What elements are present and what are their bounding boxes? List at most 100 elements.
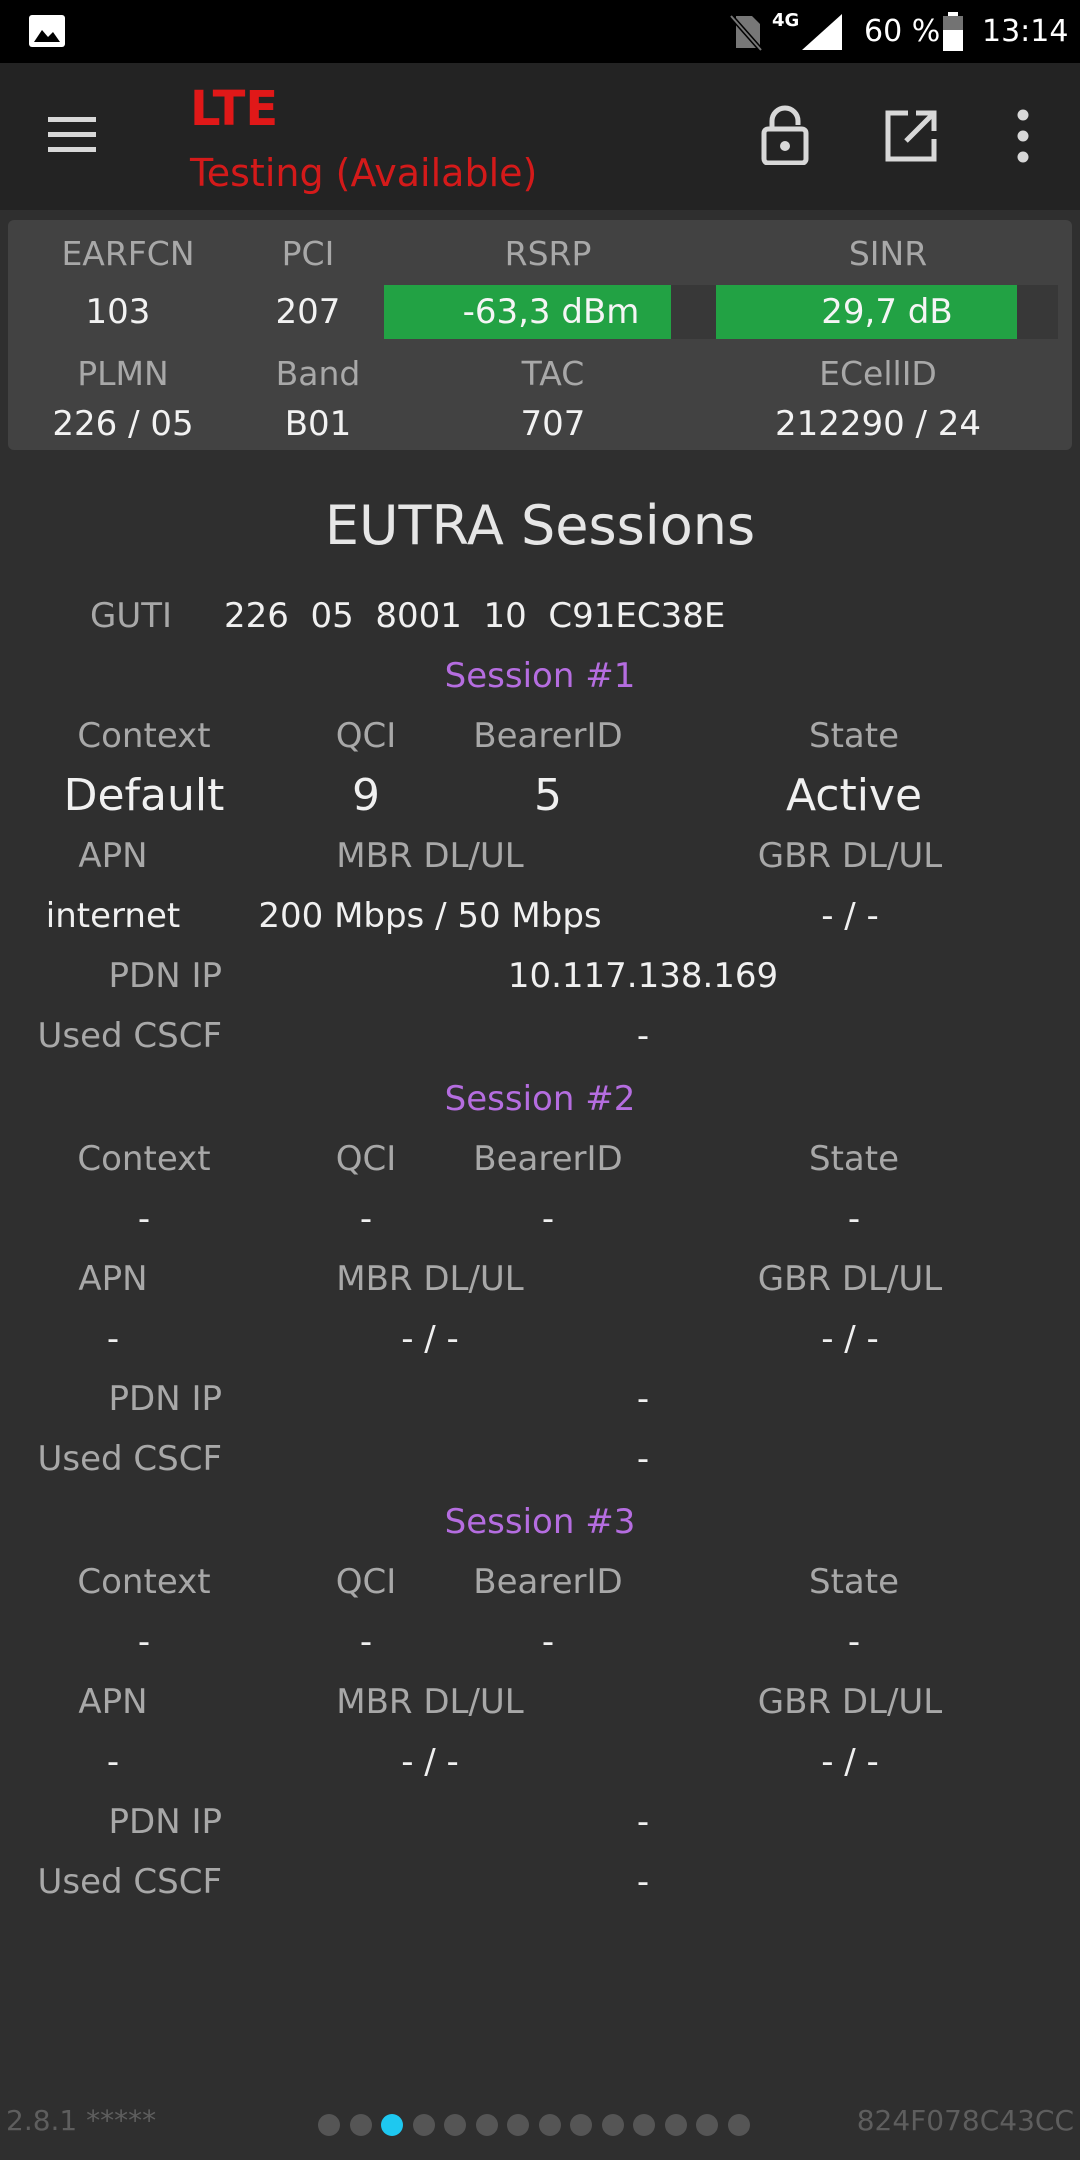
bearer-id-value: - <box>541 1199 555 1239</box>
earfcn-label: EARFCN <box>61 234 195 273</box>
rsrp-meter: -63,3 dBm <box>384 285 718 339</box>
context-label: Context <box>77 716 211 756</box>
mbr-value: - / - <box>401 1742 459 1782</box>
context-label: Context <box>77 1139 211 1179</box>
rsrp-label: RSRP <box>504 234 592 273</box>
sinr-value: 29,7 dB <box>821 292 953 332</box>
sinr-meter: 29,7 dB <box>716 285 1058 339</box>
page-dot[interactable] <box>633 2114 655 2136</box>
session-title: Session #1 <box>444 656 636 696</box>
mbr-label: MBR DL/UL <box>336 1682 524 1722</box>
used-cscf-value: - <box>636 1862 650 1902</box>
used-cscf-label: Used CSCF <box>37 1439 222 1479</box>
apn-value: - <box>106 1742 120 1782</box>
gbr-value: - / - <box>821 1319 879 1359</box>
gbr-label: GBR DL/UL <box>757 836 943 876</box>
tac-label: TAC <box>521 354 585 393</box>
ecellid-value: 212290 / 24 <box>774 404 982 444</box>
state-value: Active <box>785 770 923 821</box>
page-dot[interactable] <box>349 2114 372 2136</box>
pci-label: PCI <box>281 234 335 273</box>
apn-label: APN <box>78 1682 148 1722</box>
app-bar: LTE Testing (Available) <box>0 63 1080 210</box>
apn-value: internet <box>45 896 181 936</box>
earfcn-value: 103 <box>85 292 151 332</box>
menu-icon[interactable] <box>44 111 100 159</box>
pdn-ip-value: - <box>636 1379 650 1419</box>
page-dot[interactable] <box>444 2114 466 2136</box>
page-dot[interactable] <box>601 2114 624 2136</box>
gallery-notification-icon <box>29 15 65 47</box>
app-version: 2.8.1 ***** <box>6 2104 157 2137</box>
apn-label: APN <box>78 1259 148 1299</box>
bearer-id-label: BearerID <box>473 1139 623 1179</box>
state-label: State <box>809 1139 899 1179</box>
plmn-label: PLMN <box>77 354 169 393</box>
page-dot[interactable] <box>507 2114 529 2136</box>
open-external-icon[interactable] <box>884 109 938 163</box>
pci-value: 207 <box>275 292 341 332</box>
sinr-label: SINR <box>848 234 928 273</box>
apn-label: APN <box>78 836 148 876</box>
context-label: Context <box>77 1562 211 1602</box>
context-value: - <box>137 1199 151 1239</box>
state-label: State <box>809 1562 899 1602</box>
rsrp-value: -63,3 dBm <box>462 292 640 332</box>
page-title: LTE <box>190 81 279 137</box>
used-cscf-label: Used CSCF <box>37 1862 222 1902</box>
guti-label: GUTI <box>90 596 173 636</box>
gbr-label: GBR DL/UL <box>757 1259 943 1299</box>
session-title: Session #3 <box>444 1502 636 1542</box>
page-dot[interactable] <box>318 2114 340 2136</box>
pdn-ip-value: 10.117.138.169 <box>507 956 779 996</box>
cell-info-panel: EARFCN PCI RSRP SINR 103 207 -63,3 dBm 2… <box>8 220 1072 450</box>
mbr-label: MBR DL/UL <box>336 836 524 876</box>
page-dot[interactable] <box>475 2114 498 2136</box>
pdn-ip-value: - <box>636 1802 650 1842</box>
pdn-ip-label: PDN IP <box>108 956 222 996</box>
mbr-label: MBR DL/UL <box>336 1259 524 1299</box>
battery-icon <box>943 12 963 51</box>
ecellid-label: ECellID <box>819 354 937 393</box>
signal-strength-icon <box>802 14 842 50</box>
state-label: State <box>809 716 899 756</box>
pdn-ip-label: PDN IP <box>108 1802 222 1842</box>
page-dot[interactable] <box>664 2114 687 2136</box>
more-options-icon[interactable] <box>1010 107 1036 165</box>
page-dot[interactable] <box>538 2114 561 2136</box>
lock-icon[interactable] <box>760 105 810 165</box>
used-cscf-value: - <box>636 1439 650 1479</box>
tac-value: 707 <box>520 404 586 444</box>
device-id: 824F078C43CC <box>856 2104 1074 2137</box>
plmn-value: 226 / 05 <box>52 404 194 444</box>
page-indicator[interactable] <box>318 2114 759 2138</box>
state-value: - <box>847 1199 861 1239</box>
context-value: Default <box>63 770 225 821</box>
page-dot[interactable] <box>570 2114 592 2136</box>
page-dot[interactable] <box>696 2114 718 2136</box>
page-dot[interactable] <box>381 2114 403 2136</box>
pdn-ip-label: PDN IP <box>108 1379 222 1419</box>
no-sim-icon <box>729 14 763 52</box>
battery-percent: 60 % <box>864 14 941 49</box>
band-value: B01 <box>284 404 352 444</box>
mbr-value: 200 Mbps / 50 Mbps <box>258 896 602 936</box>
clock: 13:14 <box>982 14 1069 49</box>
bearer-id-value: - <box>541 1622 555 1662</box>
gbr-value: - / - <box>821 1742 879 1782</box>
network-type: 4G <box>772 10 800 31</box>
session-title: Session #2 <box>444 1079 636 1119</box>
used-cscf-value: - <box>636 1016 650 1056</box>
bearer-id-label: BearerID <box>473 716 623 756</box>
state-value: - <box>847 1622 861 1662</box>
context-value: - <box>137 1622 151 1662</box>
mbr-value: - / - <box>401 1319 459 1359</box>
page-dot[interactable] <box>412 2114 435 2136</box>
band-label: Band <box>275 354 361 393</box>
used-cscf-label: Used CSCF <box>37 1016 222 1056</box>
bearer-id-label: BearerID <box>473 1562 623 1602</box>
status-bar: 4G 60 % 13:14 <box>0 0 1080 63</box>
page-dot[interactable] <box>727 2114 750 2136</box>
guti-value: 226 05 8001 10 C91EC38E <box>224 596 726 636</box>
gbr-label: GBR DL/UL <box>757 1682 943 1722</box>
